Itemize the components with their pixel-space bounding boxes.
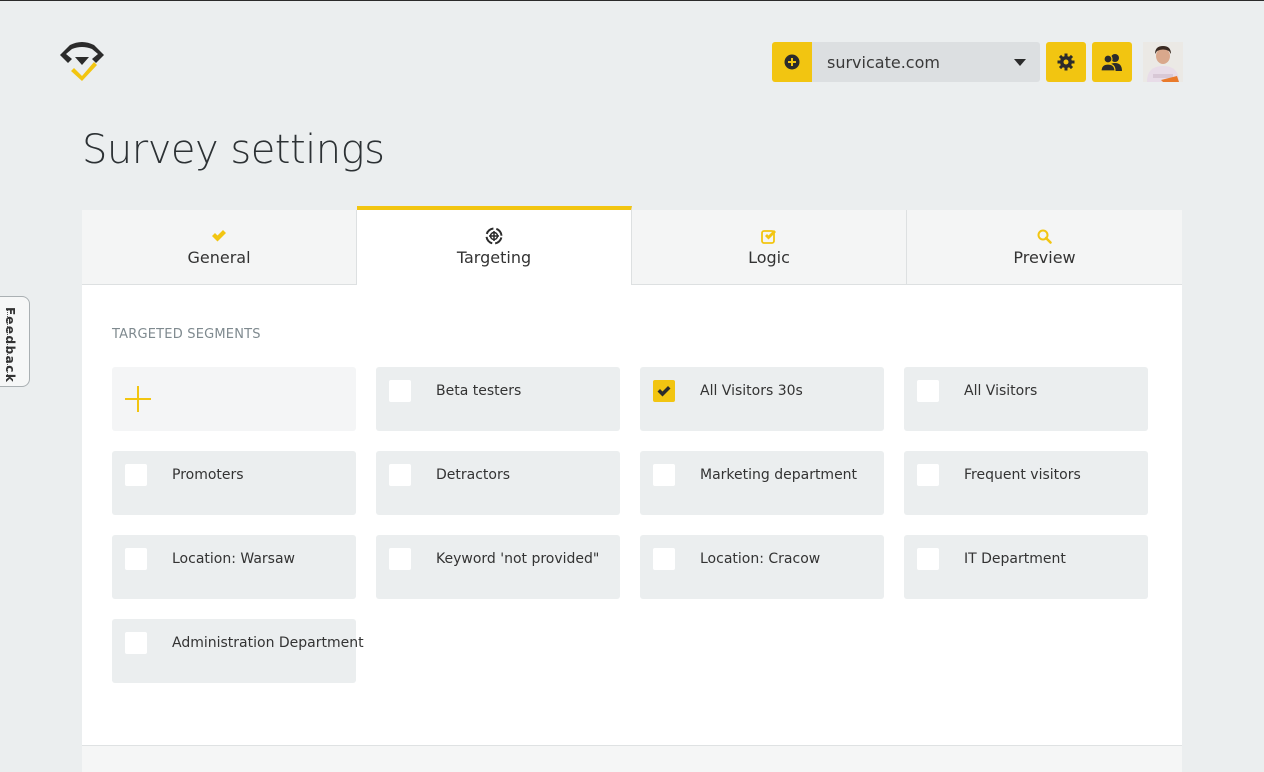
- segment-label: Beta testers: [436, 383, 522, 399]
- segment-checkbox[interactable]: [125, 632, 147, 654]
- user-avatar[interactable]: [1143, 42, 1183, 82]
- gear-icon: [1057, 53, 1075, 71]
- check-icon: [211, 227, 227, 245]
- segment-checkbox[interactable]: [653, 464, 675, 486]
- segment-checkbox[interactable]: [389, 548, 411, 570]
- segment-label: Detractors: [436, 467, 511, 483]
- add-segment-button[interactable]: [112, 367, 356, 431]
- segment-item[interactable]: Frequent visitors: [904, 451, 1148, 515]
- tab-general-label: General: [187, 248, 251, 267]
- targeting-content: TARGETED SEGMENTS Beta testers All Visit…: [82, 285, 1182, 745]
- caret-down-icon: [1014, 59, 1026, 66]
- segment-item[interactable]: Beta testers: [376, 367, 620, 431]
- plus-circle-icon: [784, 54, 800, 70]
- settings-panel: General Targeting Logic Preview TARGETED…: [82, 206, 1182, 772]
- segment-checkbox[interactable]: [917, 464, 939, 486]
- tab-targeting-label: Targeting: [456, 248, 532, 267]
- feedback-label: Feedback: [3, 307, 17, 384]
- segment-item[interactable]: Detractors: [376, 451, 620, 515]
- page-title: Survey settings: [82, 127, 385, 173]
- segment-item[interactable]: Location: Cracow: [640, 535, 884, 599]
- tab-targeting[interactable]: Targeting: [357, 206, 632, 285]
- tab-preview-label: Preview: [1013, 248, 1076, 267]
- segment-label: Promoters: [172, 467, 244, 483]
- segment-checkbox[interactable]: [125, 548, 147, 570]
- team-button[interactable]: [1092, 42, 1132, 82]
- segment-checkbox[interactable]: [917, 548, 939, 570]
- panel-footer: [82, 745, 1182, 772]
- segment-checkbox[interactable]: [389, 380, 411, 402]
- add-site-button[interactable]: [772, 42, 812, 82]
- targeted-segments-heading: TARGETED SEGMENTS: [112, 327, 261, 342]
- checkbox-icon: [760, 227, 778, 245]
- segment-label: All Visitors: [964, 383, 1038, 399]
- segment-label: All Visitors 30s: [700, 383, 803, 399]
- users-icon: [1101, 54, 1122, 71]
- segment-item[interactable]: Marketing department: [640, 451, 884, 515]
- segment-checkbox[interactable]: [389, 464, 411, 486]
- segment-item[interactable]: Promoters: [112, 451, 356, 515]
- segment-item[interactable]: Keyword 'not provided": [376, 535, 620, 599]
- site-selector: survicate.com: [772, 42, 1040, 82]
- tab-logic[interactable]: Logic: [632, 210, 907, 285]
- segment-item[interactable]: All Visitors: [904, 367, 1148, 431]
- site-dropdown[interactable]: survicate.com: [812, 42, 1040, 82]
- segment-item[interactable]: All Visitors 30s: [640, 367, 884, 431]
- top-bar: survicate.com: [772, 42, 1183, 82]
- segment-item[interactable]: Location: Warsaw: [112, 535, 356, 599]
- plus-icon: [125, 386, 151, 412]
- tab-preview[interactable]: Preview: [907, 210, 1182, 285]
- tab-general[interactable]: General: [82, 210, 357, 285]
- segment-label: Location: Warsaw: [172, 551, 295, 567]
- segment-label: Administration Department: [172, 635, 364, 651]
- search-icon: [1037, 227, 1052, 245]
- settings-tabs: General Targeting Logic Preview: [82, 206, 1182, 285]
- segment-label: Frequent visitors: [964, 467, 1081, 483]
- crosshair-icon: [485, 227, 503, 245]
- settings-button[interactable]: [1046, 42, 1086, 82]
- segment-label: IT Department: [964, 551, 1066, 567]
- segment-item[interactable]: IT Department: [904, 535, 1148, 599]
- segment-label: Location: Cracow: [700, 551, 821, 567]
- feedback-tab[interactable]: Feedback: [0, 296, 30, 387]
- segment-checkbox[interactable]: [125, 464, 147, 486]
- tab-logic-label: Logic: [748, 248, 790, 267]
- segment-checkbox[interactable]: [917, 380, 939, 402]
- segment-label: Marketing department: [700, 467, 858, 483]
- segment-item[interactable]: Administration Department: [112, 619, 364, 683]
- segment-label: Keyword 'not provided": [436, 551, 600, 567]
- check-icon: [657, 385, 671, 396]
- segment-checkbox[interactable]: [653, 380, 675, 402]
- segment-checkbox[interactable]: [653, 548, 675, 570]
- site-dropdown-value: survicate.com: [827, 52, 940, 72]
- survicate-logo[interactable]: [56, 41, 108, 83]
- segments-grid: Beta testers All Visitors 30s All Visito…: [112, 367, 1152, 683]
